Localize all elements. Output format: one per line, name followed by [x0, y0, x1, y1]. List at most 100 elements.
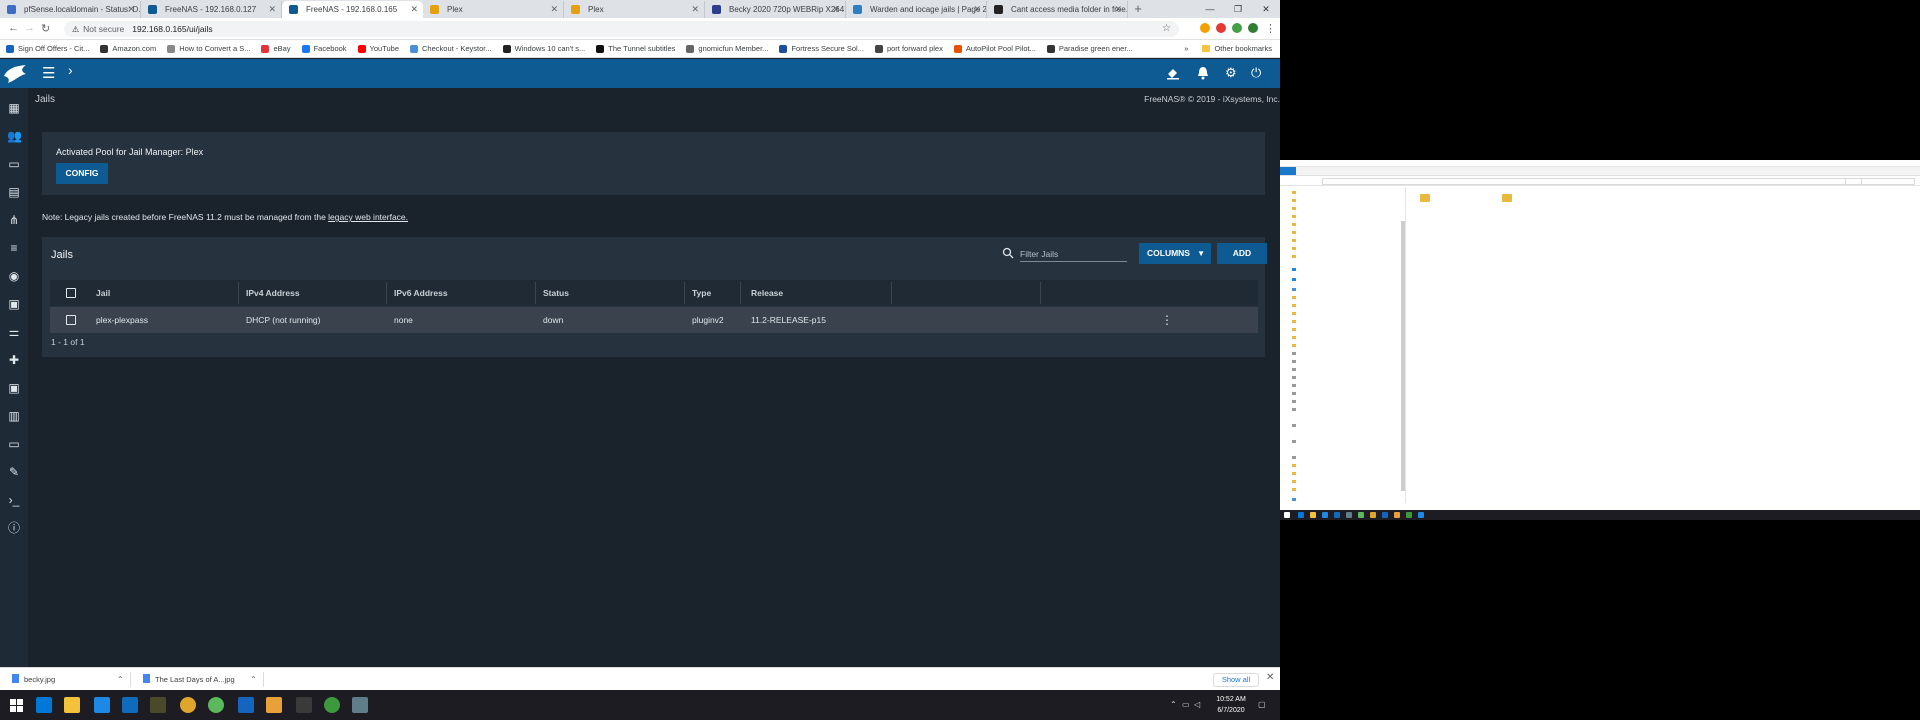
- table-row[interactable]: plex-plexpass DHCP (not running) none do…: [50, 307, 1258, 333]
- extension-key-icon[interactable]: [1200, 23, 1210, 33]
- column-header-ipv6[interactable]: IPv6 Address: [394, 280, 448, 306]
- virtual-machines-icon[interactable]: ▭: [7, 437, 21, 451]
- bookmark[interactable]: port forward plex: [874, 44, 943, 53]
- app-icon[interactable]: [1322, 512, 1328, 518]
- app-icon[interactable]: [122, 697, 138, 713]
- chevron-up-icon[interactable]: ⌃: [117, 668, 124, 690]
- show-all-downloads-button[interactable]: Show all: [1213, 673, 1259, 687]
- dashboard-icon[interactable]: ▦: [7, 101, 21, 115]
- nav-item[interactable]: [1292, 455, 1299, 460]
- explorer-search[interactable]: [1845, 178, 1915, 185]
- shell-icon[interactable]: ›_: [7, 493, 21, 507]
- app-icon[interactable]: [1358, 512, 1364, 518]
- forward-icon[interactable]: →: [24, 22, 35, 34]
- browser-tab-2[interactable]: FreeNAS - 192.168.0.127 ✕: [141, 1, 282, 18]
- app-icon[interactable]: [1370, 512, 1376, 518]
- bookmark[interactable]: How to Convert a S...: [167, 44, 250, 53]
- app-icon[interactable]: [150, 697, 166, 713]
- file-explorer-icon[interactable]: [64, 697, 80, 713]
- nav-item[interactable]: [1292, 198, 1299, 203]
- close-icon[interactable]: ✕: [268, 1, 276, 18]
- app-icon[interactable]: [1310, 512, 1316, 518]
- bookmark[interactable]: eBay: [261, 44, 291, 53]
- browser-tab-8[interactable]: Cant access media folder in free... ✕: [987, 1, 1128, 18]
- jails-icon[interactable]: ▣: [7, 381, 21, 395]
- gear-icon[interactable]: ⚙: [1225, 66, 1237, 80]
- app-icon[interactable]: [1382, 512, 1388, 518]
- network-icon[interactable]: ⋔: [7, 213, 21, 227]
- nav-item[interactable]: [1292, 254, 1299, 259]
- browser-tab-6[interactable]: Becky 2020 720p WEBRip X264 ... ✕: [705, 1, 846, 18]
- nav-item[interactable]: [1292, 375, 1299, 380]
- windows-start-icon[interactable]: [10, 699, 23, 712]
- nav-item[interactable]: [1292, 214, 1299, 219]
- app-icon[interactable]: [1418, 512, 1424, 518]
- app-icon[interactable]: [1394, 512, 1400, 518]
- file-item[interactable]: [1502, 194, 1517, 202]
- app-icon[interactable]: [1406, 512, 1412, 518]
- close-icon[interactable]: ✕: [410, 1, 418, 18]
- bookmark[interactable]: AutoPilot Pool Pilot...: [953, 44, 1036, 53]
- chrome-icon[interactable]: [180, 697, 196, 713]
- download-item[interactable]: The Last Days of A...jpg: [143, 668, 235, 690]
- services-icon[interactable]: ⚌: [7, 325, 21, 339]
- tray-chevron-icon[interactable]: ⌃: [1170, 700, 1177, 709]
- nav-item[interactable]: [1292, 303, 1299, 308]
- filter-jails-input[interactable]: [1020, 246, 1127, 262]
- close-icon[interactable]: ✕: [1266, 672, 1274, 683]
- nav-item[interactable]: [1292, 423, 1299, 428]
- close-icon[interactable]: ✕: [550, 1, 558, 18]
- edge-icon[interactable]: [36, 697, 52, 713]
- browser-tab-3-active[interactable]: FreeNAS - 192.168.0.165 ✕: [282, 1, 423, 18]
- app-icon[interactable]: [296, 697, 312, 713]
- app-icon[interactable]: [1334, 512, 1340, 518]
- app-icon[interactable]: [1298, 512, 1304, 518]
- bookmark[interactable]: Fortress Secure Sol...: [779, 44, 864, 53]
- other-bookmarks[interactable]: » Other bookmarks: [1184, 44, 1272, 53]
- column-header-status[interactable]: Status: [543, 280, 569, 306]
- nav-item[interactable]: [1292, 222, 1299, 227]
- file-item[interactable]: [1420, 194, 1435, 202]
- storage-icon[interactable]: ≡: [7, 241, 21, 255]
- close-icon[interactable]: ✕: [127, 1, 135, 18]
- reload-icon[interactable]: ↻: [41, 22, 50, 35]
- nav-item[interactable]: [1292, 487, 1299, 492]
- directory-services-icon[interactable]: ◉: [7, 269, 21, 283]
- system-icon[interactable]: ▭: [7, 157, 21, 171]
- nav-item[interactable]: [1292, 351, 1299, 356]
- notification-icon[interactable]: ▢: [1258, 700, 1266, 709]
- row-actions-icon[interactable]: ⋮: [1161, 307, 1173, 333]
- back-icon[interactable]: ←: [8, 22, 19, 34]
- nav-item[interactable]: [1292, 295, 1299, 300]
- nav-item[interactable]: [1292, 319, 1299, 324]
- accounts-icon[interactable]: 👥: [7, 129, 22, 143]
- column-header-type[interactable]: Type: [692, 280, 711, 306]
- guide-info-icon[interactable]: ⓘ: [7, 521, 21, 535]
- nav-item[interactable]: [1292, 190, 1299, 195]
- ribbon-tab[interactable]: [1312, 167, 1328, 175]
- mail-icon[interactable]: [238, 697, 254, 713]
- nav-item[interactable]: [1292, 335, 1299, 340]
- download-item[interactable]: becky.jpg: [12, 668, 55, 690]
- plex-icon[interactable]: [266, 697, 282, 713]
- close-window-icon[interactable]: ✕: [1252, 0, 1280, 18]
- paint-bucket-icon[interactable]: [1166, 66, 1180, 80]
- close-icon[interactable]: ✕: [832, 1, 840, 18]
- reporting-icon[interactable]: ▥: [7, 409, 21, 423]
- nav-item[interactable]: [1292, 327, 1299, 332]
- bookmark[interactable]: Amazon.com: [100, 44, 156, 53]
- new-tab-button[interactable]: +: [1128, 1, 1148, 18]
- close-icon[interactable]: ✕: [973, 1, 981, 18]
- sharing-icon[interactable]: ▣: [7, 297, 21, 311]
- nav-item[interactable]: [1292, 277, 1299, 282]
- app-icon[interactable]: [1346, 512, 1352, 518]
- nav-item[interactable]: [1292, 343, 1299, 348]
- bookmark[interactable]: Sign Off Offers - Cit...: [6, 44, 89, 53]
- extension-icon[interactable]: [1232, 23, 1242, 33]
- select-all-checkbox[interactable]: [66, 288, 76, 298]
- minimize-icon[interactable]: —: [1196, 0, 1224, 18]
- chevron-up-icon[interactable]: ⌃: [250, 668, 257, 690]
- add-jail-button[interactable]: ADD: [1217, 243, 1267, 264]
- ribbon-tab[interactable]: [1280, 167, 1296, 175]
- nav-item[interactable]: [1292, 206, 1299, 211]
